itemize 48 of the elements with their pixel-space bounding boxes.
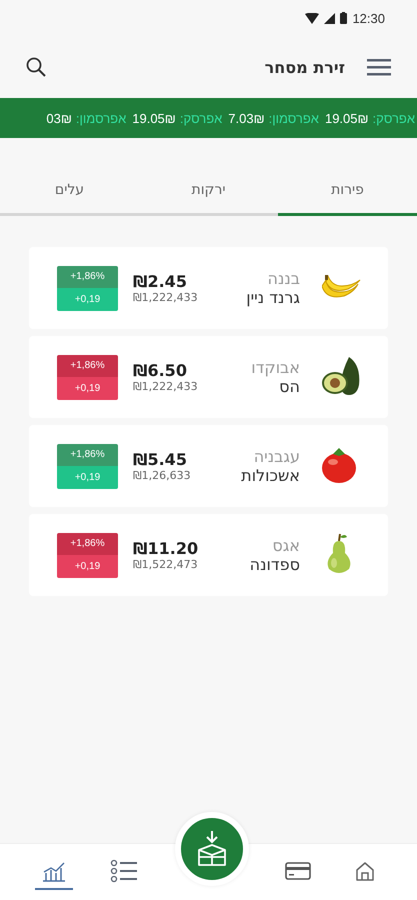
product-price: ₪2.45 bbox=[133, 272, 187, 291]
product-price: ₪11.20 bbox=[133, 539, 198, 558]
ticker-price: 03₪ bbox=[46, 110, 72, 126]
ticker-label: אפרסק: bbox=[180, 110, 222, 126]
wifi-icon bbox=[305, 12, 320, 24]
product-category: אבוקדו bbox=[250, 358, 300, 377]
product-volume: ₪1,222,433 bbox=[133, 291, 198, 304]
ticker-price: 19.05₪ bbox=[132, 110, 176, 126]
product-name: אשכולות bbox=[240, 466, 300, 485]
product-price: ₪5.45 bbox=[133, 450, 187, 469]
product-volume: ₪1,522,473 bbox=[133, 558, 198, 571]
product-category: בננה bbox=[266, 269, 300, 288]
change-percent: +1,86% bbox=[57, 354, 118, 377]
ticker-label: אפרסמון: bbox=[268, 110, 319, 126]
change-value: +0,19 bbox=[57, 288, 118, 310]
category-tab[interactable]: עלים bbox=[0, 174, 139, 216]
product-name: ספדונה bbox=[248, 555, 300, 574]
list-icon bbox=[110, 859, 138, 883]
category-tab[interactable]: ירקות bbox=[139, 174, 278, 216]
signal-icon bbox=[324, 12, 336, 24]
change-percent: +1,86% bbox=[57, 532, 118, 555]
product-name: גרנד ניין bbox=[245, 288, 300, 307]
credit-card-icon bbox=[285, 861, 312, 881]
battery-icon bbox=[340, 12, 348, 24]
product-name: הס bbox=[278, 377, 300, 396]
page-title: זירת מסחר bbox=[264, 58, 345, 76]
search-icon bbox=[26, 57, 46, 77]
menu-icon bbox=[367, 58, 391, 76]
product-category: אגס bbox=[271, 536, 300, 555]
change-value: +0,19 bbox=[57, 377, 118, 400]
product-category: עגבניה bbox=[252, 447, 300, 466]
product-volume: ₪1,222,433 bbox=[133, 380, 198, 393]
product-volume: ₪1,26,633 bbox=[133, 469, 191, 482]
home-icon bbox=[354, 860, 376, 882]
ticker-label: אפרסק: bbox=[372, 110, 415, 126]
change-value: +0,19 bbox=[57, 555, 118, 578]
status-time: 12:30 bbox=[352, 10, 385, 26]
change-percent: +1,86% bbox=[57, 444, 118, 466]
ticker-price: 19.05₪ bbox=[324, 110, 369, 126]
ticker-label: אפרסמון: bbox=[76, 110, 126, 126]
product-price: ₪6.50 bbox=[133, 361, 187, 380]
category-tab[interactable]: פירות bbox=[278, 174, 417, 216]
bar-chart-icon bbox=[41, 860, 68, 882]
search-button[interactable] bbox=[26, 57, 46, 77]
ticker-price: 7.03₪ bbox=[228, 110, 265, 126]
change-percent: +1,86% bbox=[57, 266, 118, 288]
change-value: +0,19 bbox=[57, 466, 118, 488]
menu-button[interactable] bbox=[367, 58, 391, 76]
